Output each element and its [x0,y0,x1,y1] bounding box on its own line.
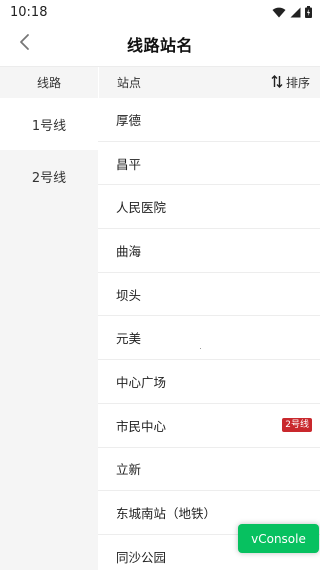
station-name: 中心广场 [116,374,167,390]
station-list: 厚德 昌平 人民医院 曲海 坝头 元美 中心广场 市民中心 2号线 立新 东城南… [98,98,320,570]
station-name: 人民医院 [116,200,167,216]
sidebar-item-line-1[interactable]: 1号线 [0,98,98,150]
list-item[interactable]: 坝头 [98,273,320,317]
station-name: 元美 [116,331,142,347]
list-item[interactable]: 昌平 [98,142,320,186]
wifi-icon [272,7,286,18]
list-item[interactable]: 厚德 [98,98,320,142]
transfer-line-badge: 2号线 [282,418,312,433]
back-button[interactable] [12,32,36,56]
stray-dot [200,348,201,349]
station-name: 东城南站（地铁） [116,506,217,522]
signal-icon [290,7,301,18]
station-name: 坝头 [116,287,142,303]
page-title: 线路站名 [126,36,193,55]
status-time: 10:18 [10,4,48,20]
battery-icon [305,6,312,18]
list-item[interactable]: 中心广场 [98,360,320,404]
sidebar-item-line-2[interactable]: 2号线 [0,150,98,202]
vconsole-button[interactable]: vConsole [238,524,319,553]
app-header: 线路站名 [0,24,320,64]
station-name: 曲海 [116,243,142,259]
station-name: 厚德 [116,112,142,128]
list-item[interactable]: 立新 [98,448,320,492]
status-bar: 10:18 [0,0,320,24]
line-sidebar: 1号线 2号线 [0,98,98,570]
stations-column-header: 站点 排序 [98,67,320,98]
list-item[interactable]: 元美 [98,316,320,361]
station-name: 同沙公园 [116,549,167,565]
station-name: 立新 [116,462,142,478]
chevron-left-icon [18,33,30,55]
station-name: 昌平 [116,156,142,172]
station-name: 市民中心 [116,418,167,434]
stations-column-label: 站点 [117,76,142,90]
status-icons [272,6,312,18]
list-item[interactable]: 人民医院 [98,185,320,230]
list-item[interactable]: 曲海 [98,229,320,273]
sort-arrows-icon [271,74,283,91]
sort-button[interactable]: 排序 [271,74,310,91]
lines-column-label: 线路 [0,67,98,98]
line-label: 1号线 [31,118,67,134]
sort-label: 排序 [285,76,310,90]
line-label: 2号线 [31,170,67,186]
column-header: 线路 站点 排序 [0,66,320,98]
list-item[interactable]: 市民中心 2号线 [98,404,320,448]
